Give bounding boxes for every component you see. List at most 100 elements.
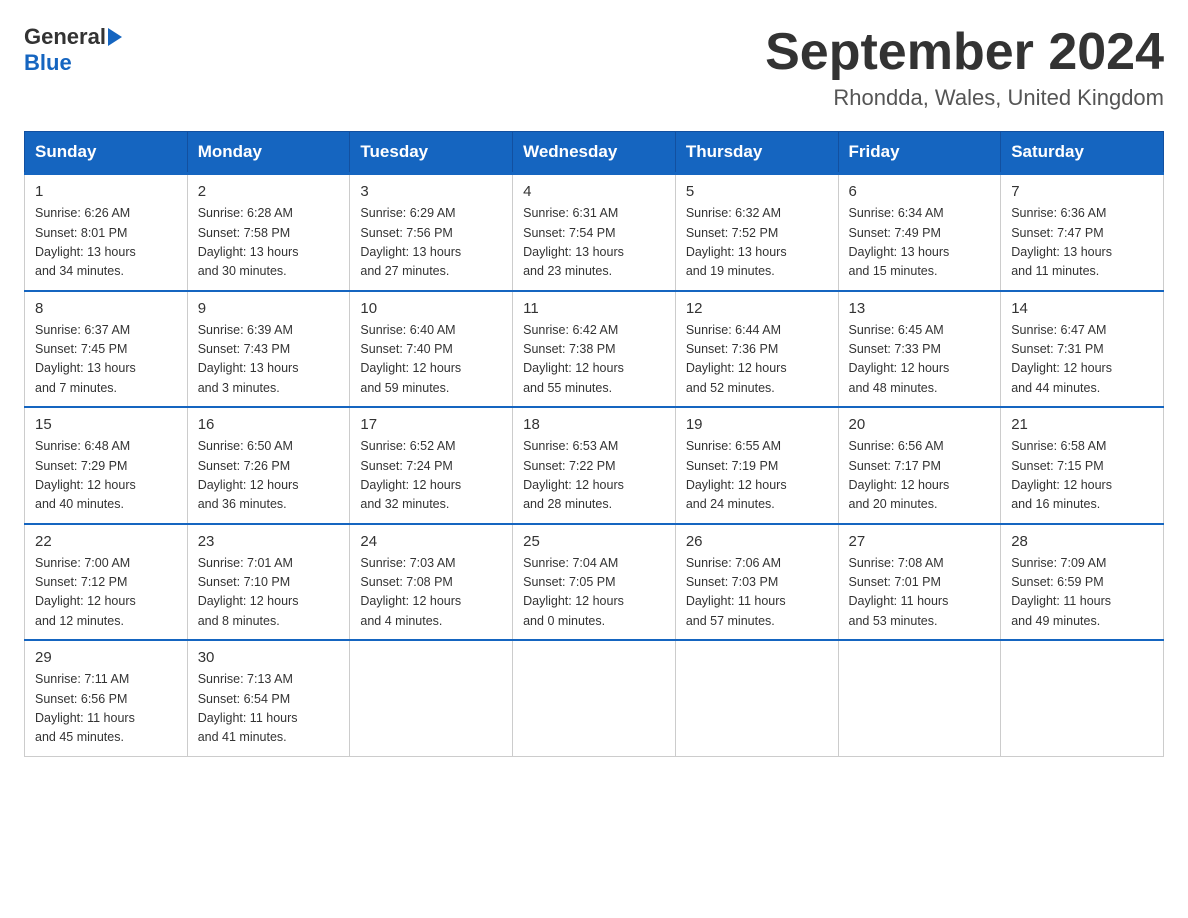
day-info: Sunrise: 6:40 AM Sunset: 7:40 PM Dayligh… xyxy=(360,321,502,399)
day-info: Sunrise: 7:06 AM Sunset: 7:03 PM Dayligh… xyxy=(686,554,828,632)
day-number: 26 xyxy=(686,533,828,550)
day-number: 6 xyxy=(849,183,991,200)
table-row: 2 Sunrise: 6:28 AM Sunset: 7:58 PM Dayli… xyxy=(187,174,350,291)
day-number: 23 xyxy=(198,533,340,550)
table-row xyxy=(350,640,513,756)
day-info: Sunrise: 6:31 AM Sunset: 7:54 PM Dayligh… xyxy=(523,204,665,282)
day-number: 11 xyxy=(523,300,665,317)
page-header: General Blue September 2024 Rhondda, Wal… xyxy=(24,24,1164,111)
table-row xyxy=(838,640,1001,756)
col-friday: Friday xyxy=(838,132,1001,174)
day-info: Sunrise: 6:32 AM Sunset: 7:52 PM Dayligh… xyxy=(686,204,828,282)
day-number: 2 xyxy=(198,183,340,200)
day-info: Sunrise: 6:36 AM Sunset: 7:47 PM Dayligh… xyxy=(1011,204,1153,282)
day-number: 7 xyxy=(1011,183,1153,200)
table-row: 5 Sunrise: 6:32 AM Sunset: 7:52 PM Dayli… xyxy=(675,174,838,291)
table-row: 12 Sunrise: 6:44 AM Sunset: 7:36 PM Dayl… xyxy=(675,291,838,408)
day-info: Sunrise: 7:13 AM Sunset: 6:54 PM Dayligh… xyxy=(198,670,340,748)
logo-blue: Blue xyxy=(24,50,72,76)
calendar-week-row: 29 Sunrise: 7:11 AM Sunset: 6:56 PM Dayl… xyxy=(25,640,1164,756)
table-row: 10 Sunrise: 6:40 AM Sunset: 7:40 PM Dayl… xyxy=(350,291,513,408)
day-info: Sunrise: 7:00 AM Sunset: 7:12 PM Dayligh… xyxy=(35,554,177,632)
day-number: 3 xyxy=(360,183,502,200)
table-row xyxy=(675,640,838,756)
day-number: 12 xyxy=(686,300,828,317)
table-row: 29 Sunrise: 7:11 AM Sunset: 6:56 PM Dayl… xyxy=(25,640,188,756)
table-row: 19 Sunrise: 6:55 AM Sunset: 7:19 PM Dayl… xyxy=(675,407,838,524)
table-row: 1 Sunrise: 6:26 AM Sunset: 8:01 PM Dayli… xyxy=(25,174,188,291)
day-number: 21 xyxy=(1011,416,1153,433)
table-row: 18 Sunrise: 6:53 AM Sunset: 7:22 PM Dayl… xyxy=(513,407,676,524)
day-number: 4 xyxy=(523,183,665,200)
day-info: Sunrise: 6:48 AM Sunset: 7:29 PM Dayligh… xyxy=(35,437,177,515)
day-info: Sunrise: 6:47 AM Sunset: 7:31 PM Dayligh… xyxy=(1011,321,1153,399)
day-info: Sunrise: 6:42 AM Sunset: 7:38 PM Dayligh… xyxy=(523,321,665,399)
day-number: 9 xyxy=(198,300,340,317)
calendar-header-row: Sunday Monday Tuesday Wednesday Thursday… xyxy=(25,132,1164,174)
table-row: 14 Sunrise: 6:47 AM Sunset: 7:31 PM Dayl… xyxy=(1001,291,1164,408)
day-info: Sunrise: 6:58 AM Sunset: 7:15 PM Dayligh… xyxy=(1011,437,1153,515)
day-info: Sunrise: 6:34 AM Sunset: 7:49 PM Dayligh… xyxy=(849,204,991,282)
day-info: Sunrise: 6:55 AM Sunset: 7:19 PM Dayligh… xyxy=(686,437,828,515)
day-info: Sunrise: 7:11 AM Sunset: 6:56 PM Dayligh… xyxy=(35,670,177,748)
day-info: Sunrise: 6:56 AM Sunset: 7:17 PM Dayligh… xyxy=(849,437,991,515)
table-row xyxy=(513,640,676,756)
day-info: Sunrise: 7:03 AM Sunset: 7:08 PM Dayligh… xyxy=(360,554,502,632)
table-row: 6 Sunrise: 6:34 AM Sunset: 7:49 PM Dayli… xyxy=(838,174,1001,291)
day-number: 10 xyxy=(360,300,502,317)
calendar-week-row: 15 Sunrise: 6:48 AM Sunset: 7:29 PM Dayl… xyxy=(25,407,1164,524)
col-saturday: Saturday xyxy=(1001,132,1164,174)
table-row: 23 Sunrise: 7:01 AM Sunset: 7:10 PM Dayl… xyxy=(187,524,350,641)
day-info: Sunrise: 6:53 AM Sunset: 7:22 PM Dayligh… xyxy=(523,437,665,515)
table-row: 20 Sunrise: 6:56 AM Sunset: 7:17 PM Dayl… xyxy=(838,407,1001,524)
table-row: 25 Sunrise: 7:04 AM Sunset: 7:05 PM Dayl… xyxy=(513,524,676,641)
table-row: 28 Sunrise: 7:09 AM Sunset: 6:59 PM Dayl… xyxy=(1001,524,1164,641)
col-tuesday: Tuesday xyxy=(350,132,513,174)
day-info: Sunrise: 6:50 AM Sunset: 7:26 PM Dayligh… xyxy=(198,437,340,515)
table-row: 21 Sunrise: 6:58 AM Sunset: 7:15 PM Dayl… xyxy=(1001,407,1164,524)
day-number: 30 xyxy=(198,649,340,666)
logo: General Blue xyxy=(24,24,122,76)
location-title: Rhondda, Wales, United Kingdom xyxy=(765,85,1164,111)
day-number: 8 xyxy=(35,300,177,317)
day-number: 13 xyxy=(849,300,991,317)
day-number: 22 xyxy=(35,533,177,550)
day-number: 15 xyxy=(35,416,177,433)
col-sunday: Sunday xyxy=(25,132,188,174)
day-number: 27 xyxy=(849,533,991,550)
day-info: Sunrise: 6:52 AM Sunset: 7:24 PM Dayligh… xyxy=(360,437,502,515)
table-row: 16 Sunrise: 6:50 AM Sunset: 7:26 PM Dayl… xyxy=(187,407,350,524)
day-info: Sunrise: 6:26 AM Sunset: 8:01 PM Dayligh… xyxy=(35,204,177,282)
day-number: 19 xyxy=(686,416,828,433)
col-thursday: Thursday xyxy=(675,132,838,174)
day-number: 5 xyxy=(686,183,828,200)
table-row: 22 Sunrise: 7:00 AM Sunset: 7:12 PM Dayl… xyxy=(25,524,188,641)
table-row: 24 Sunrise: 7:03 AM Sunset: 7:08 PM Dayl… xyxy=(350,524,513,641)
table-row: 26 Sunrise: 7:06 AM Sunset: 7:03 PM Dayl… xyxy=(675,524,838,641)
table-row: 4 Sunrise: 6:31 AM Sunset: 7:54 PM Dayli… xyxy=(513,174,676,291)
day-number: 14 xyxy=(1011,300,1153,317)
table-row: 3 Sunrise: 6:29 AM Sunset: 7:56 PM Dayli… xyxy=(350,174,513,291)
calendar-week-row: 8 Sunrise: 6:37 AM Sunset: 7:45 PM Dayli… xyxy=(25,291,1164,408)
title-block: September 2024 Rhondda, Wales, United Ki… xyxy=(765,24,1164,111)
day-info: Sunrise: 7:01 AM Sunset: 7:10 PM Dayligh… xyxy=(198,554,340,632)
table-row: 30 Sunrise: 7:13 AM Sunset: 6:54 PM Dayl… xyxy=(187,640,350,756)
calendar-week-row: 1 Sunrise: 6:26 AM Sunset: 8:01 PM Dayli… xyxy=(25,174,1164,291)
day-number: 17 xyxy=(360,416,502,433)
table-row: 8 Sunrise: 6:37 AM Sunset: 7:45 PM Dayli… xyxy=(25,291,188,408)
table-row xyxy=(1001,640,1164,756)
day-info: Sunrise: 7:09 AM Sunset: 6:59 PM Dayligh… xyxy=(1011,554,1153,632)
day-number: 20 xyxy=(849,416,991,433)
calendar-week-row: 22 Sunrise: 7:00 AM Sunset: 7:12 PM Dayl… xyxy=(25,524,1164,641)
table-row: 13 Sunrise: 6:45 AM Sunset: 7:33 PM Dayl… xyxy=(838,291,1001,408)
day-info: Sunrise: 6:39 AM Sunset: 7:43 PM Dayligh… xyxy=(198,321,340,399)
day-info: Sunrise: 6:37 AM Sunset: 7:45 PM Dayligh… xyxy=(35,321,177,399)
day-info: Sunrise: 7:08 AM Sunset: 7:01 PM Dayligh… xyxy=(849,554,991,632)
table-row: 27 Sunrise: 7:08 AM Sunset: 7:01 PM Dayl… xyxy=(838,524,1001,641)
table-row: 11 Sunrise: 6:42 AM Sunset: 7:38 PM Dayl… xyxy=(513,291,676,408)
day-number: 16 xyxy=(198,416,340,433)
day-number: 29 xyxy=(35,649,177,666)
day-number: 25 xyxy=(523,533,665,550)
day-number: 1 xyxy=(35,183,177,200)
table-row: 17 Sunrise: 6:52 AM Sunset: 7:24 PM Dayl… xyxy=(350,407,513,524)
